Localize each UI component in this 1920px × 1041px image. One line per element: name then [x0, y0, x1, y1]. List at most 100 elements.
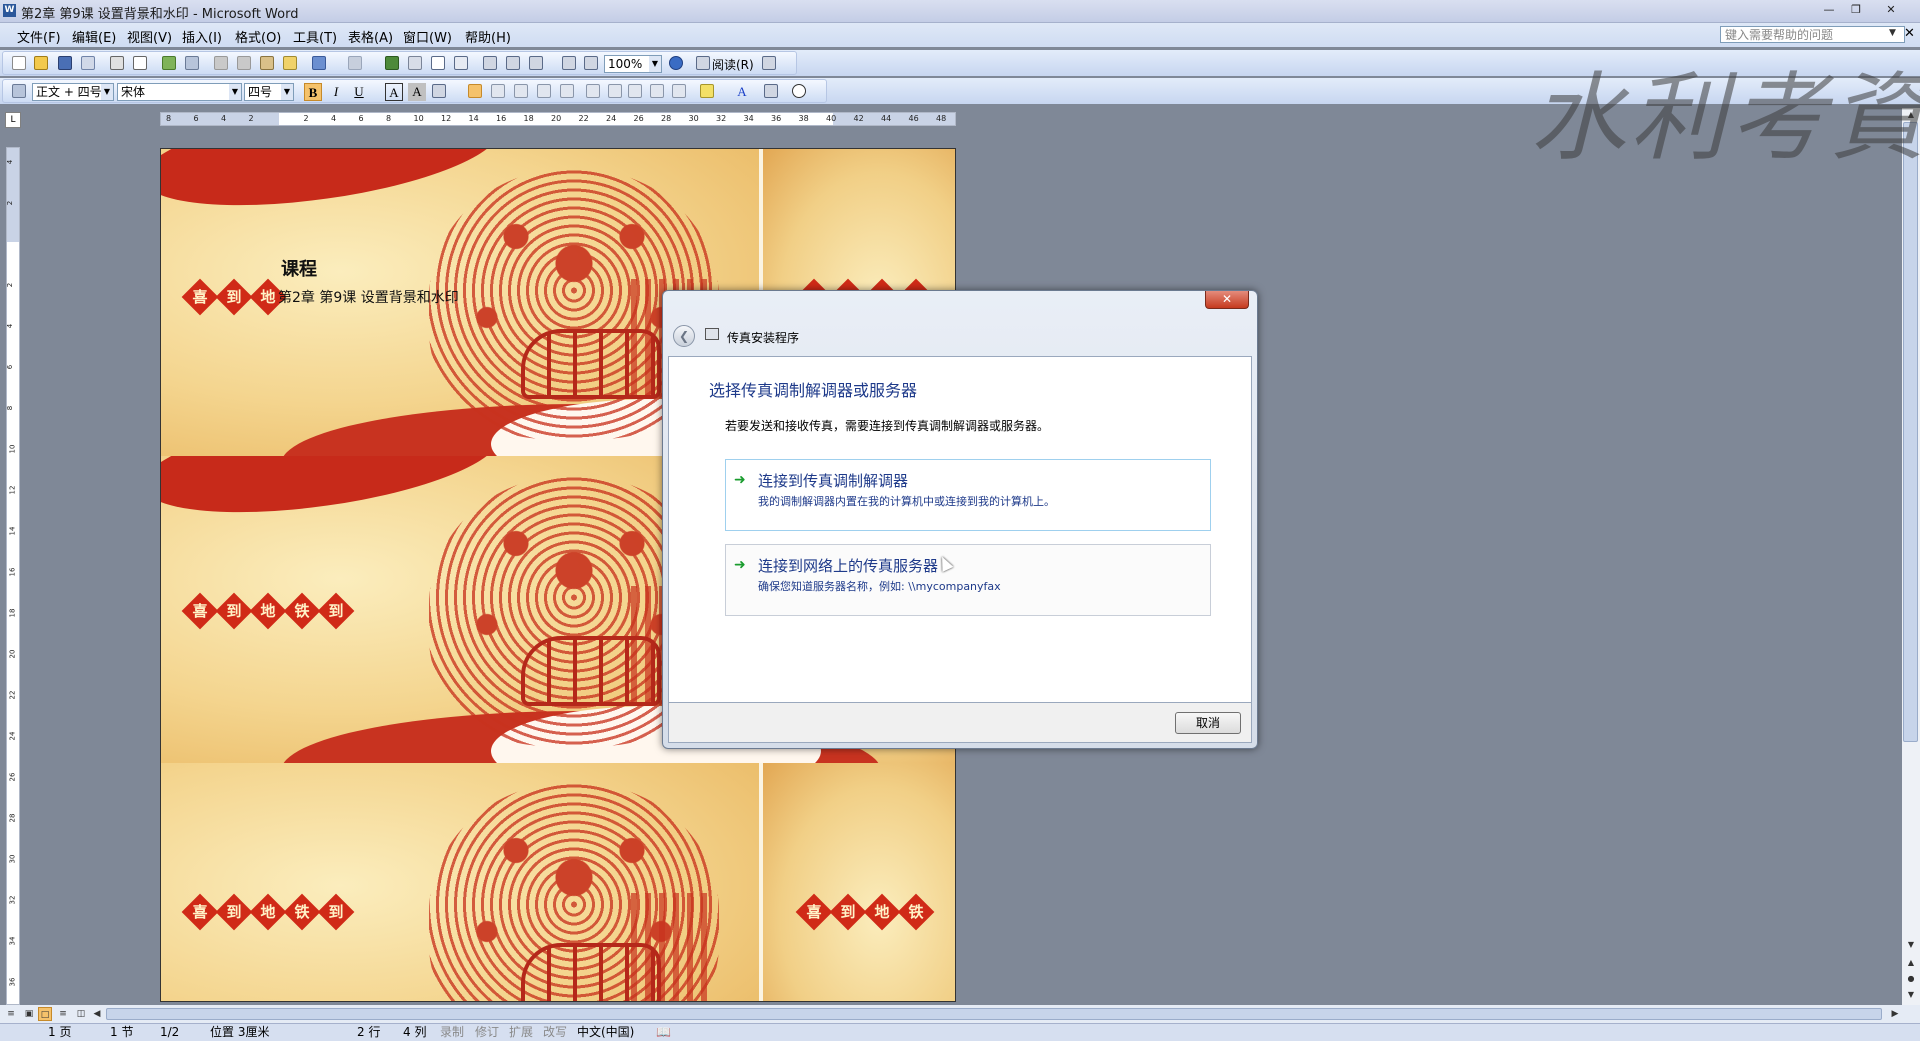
print-preview-icon[interactable]	[133, 56, 147, 70]
outline-view-icon[interactable]: ≡	[56, 1007, 70, 1021]
spelling-status-icon[interactable]: 📖	[656, 1024, 671, 1040]
scroll-down-icon[interactable]: ▼	[1902, 938, 1920, 952]
menu-window[interactable]: 窗口(W)	[403, 27, 452, 46]
columns-icon[interactable]	[483, 56, 497, 70]
tab-selector[interactable]: L	[5, 112, 21, 128]
distributed-icon[interactable]	[560, 84, 574, 98]
print-icon[interactable]	[110, 56, 124, 70]
font-size-combo[interactable]: 四号 ▼	[244, 83, 294, 101]
document-heading[interactable]: 课程	[281, 255, 317, 281]
menu-view[interactable]: 视图(V)	[127, 27, 172, 46]
document-close-icon[interactable]: ✕	[1904, 26, 1915, 41]
line-spacing-icon[interactable]	[586, 84, 600, 98]
restore-icon[interactable]: ❐	[1845, 2, 1867, 18]
styles-formatting-icon[interactable]	[12, 84, 26, 98]
hyperlink-icon[interactable]	[385, 56, 399, 70]
underline-button[interactable]: U	[350, 83, 368, 101]
style-combo[interactable]: 正文 + 四号 ▼	[32, 83, 114, 101]
research-icon[interactable]	[185, 56, 199, 70]
paste-icon[interactable]	[260, 56, 274, 70]
increase-indent-icon[interactable]	[672, 84, 686, 98]
save-icon[interactable]	[58, 56, 72, 70]
bullets-icon[interactable]	[628, 84, 642, 98]
permission-icon[interactable]	[81, 56, 95, 70]
document-subline[interactable]: 第2章 第9课 设置背景和水印	[278, 287, 459, 307]
char-border-button[interactable]: A	[385, 83, 403, 101]
zoom-dropdown-icon[interactable]: ▼	[649, 56, 661, 72]
insert-excel-icon[interactable]	[454, 56, 468, 70]
align-left-icon[interactable]	[468, 84, 482, 98]
insert-table-icon[interactable]	[431, 56, 445, 70]
vertical-scrollbar[interactable]: ▲ ▼ ▲ ● ▼	[1902, 108, 1920, 1005]
menu-table[interactable]: 表格(A)	[348, 27, 393, 46]
previous-page-icon[interactable]: ▲	[1902, 956, 1920, 970]
phonetic-guide-icon[interactable]	[764, 84, 778, 98]
vertical-scroll-thumb[interactable]	[1903, 122, 1918, 742]
highlight-icon[interactable]	[700, 84, 714, 98]
format-painter-icon[interactable]	[283, 56, 297, 70]
tables-borders-icon[interactable]	[408, 56, 422, 70]
spelling-icon[interactable]	[162, 56, 176, 70]
font-color-button[interactable]: A	[733, 83, 751, 101]
menu-format[interactable]: 格式(O)	[235, 27, 281, 46]
cut-icon[interactable]	[214, 56, 228, 70]
scroll-right-icon[interactable]: ▶	[1888, 1007, 1902, 1021]
status-extend[interactable]: 扩展	[509, 1024, 533, 1040]
font-size-dropdown-icon[interactable]: ▼	[281, 84, 293, 100]
enclose-char-icon[interactable]	[792, 84, 806, 98]
read-mode-button[interactable]: 阅读(R)	[712, 56, 754, 73]
word-app-icon[interactable]: W	[3, 4, 16, 17]
print-layout-view-icon[interactable]: □	[38, 1007, 52, 1021]
align-right-icon[interactable]	[514, 84, 528, 98]
redo-icon[interactable]	[348, 56, 362, 70]
menu-edit[interactable]: 编辑(E)	[72, 27, 116, 46]
dialog-close-icon[interactable]: ✕	[1205, 291, 1249, 309]
connect-fax-modem-option[interactable]: ➜ 连接到传真调制解调器 我的调制解调器内置在我的计算机中或连接到我的计算机上。	[725, 459, 1211, 531]
normal-view-icon[interactable]: ≡	[4, 1007, 18, 1021]
new-document-icon[interactable]	[12, 56, 26, 70]
status-overtype[interactable]: 改写	[543, 1024, 567, 1040]
horizontal-scroll-thumb[interactable]	[106, 1008, 1882, 1020]
help-dropdown-icon[interactable]: ▼	[1889, 28, 1896, 38]
horizontal-ruler[interactable]: 8 6 4 2 2 4 6 8 10 12 14 16 18 20 22 24 26 28 30 32 34 36 38 40…	[160, 112, 956, 126]
connect-fax-server-option[interactable]: ➜ 连接到网络上的传真服务器 确保您知道服务器名称，例如: \\mycompan…	[725, 544, 1211, 616]
open-folder-icon[interactable]	[34, 56, 48, 70]
reading-view-icon[interactable]: ◫	[74, 1007, 88, 1021]
italic-button[interactable]: I	[327, 83, 345, 101]
font-dropdown-icon[interactable]: ▼	[229, 84, 241, 100]
next-page-icon[interactable]: ▼	[1902, 988, 1920, 1002]
status-track[interactable]: 修订	[475, 1024, 499, 1040]
ink-icon[interactable]	[584, 56, 598, 70]
decrease-indent-icon[interactable]	[650, 84, 664, 98]
show-hide-icon[interactable]	[562, 56, 576, 70]
close-icon[interactable]: ✕	[1880, 2, 1902, 18]
drawing-icon[interactable]	[506, 56, 520, 70]
cancel-button[interactable]: 取消	[1175, 712, 1241, 734]
undo-icon[interactable]	[312, 56, 326, 70]
menu-tools[interactable]: 工具(T)	[293, 27, 337, 46]
justify-icon[interactable]	[537, 84, 551, 98]
status-record[interactable]: 录制	[440, 1024, 464, 1040]
style-dropdown-icon[interactable]: ▼	[101, 84, 113, 100]
numbering-icon[interactable]	[608, 84, 622, 98]
scroll-left-icon[interactable]: ◀	[90, 1007, 104, 1021]
select-browse-object-icon[interactable]: ●	[1902, 972, 1920, 986]
char-shading-button[interactable]: A	[408, 83, 426, 101]
vertical-ruler[interactable]: 4 2 2 4 6 8 10 12 14 16 18 20 22 24 26 28 30 32 34 36	[6, 147, 20, 1005]
font-combo[interactable]: 宋体 ▼	[117, 83, 242, 101]
help-icon[interactable]	[669, 56, 683, 70]
zoom-combo[interactable]: 100% ▼	[604, 55, 662, 73]
menu-insert[interactable]: 插入(I)	[182, 27, 222, 46]
read-mode-icon[interactable]	[696, 56, 710, 70]
bold-button[interactable]: B	[304, 83, 322, 101]
translate-icon[interactable]	[762, 56, 776, 70]
web-layout-view-icon[interactable]: ▣	[22, 1007, 36, 1021]
status-language[interactable]: 中文(中国)	[577, 1024, 634, 1040]
document-map-icon[interactable]	[529, 56, 543, 70]
menu-help[interactable]: 帮助(H)	[465, 27, 511, 46]
char-scale-icon[interactable]	[432, 84, 446, 98]
menu-file[interactable]: 文件(F)	[17, 27, 61, 46]
back-arrow-icon[interactable]: ❮	[673, 325, 695, 347]
copy-icon[interactable]	[237, 56, 251, 70]
minimize-icon[interactable]: —	[1818, 2, 1840, 18]
